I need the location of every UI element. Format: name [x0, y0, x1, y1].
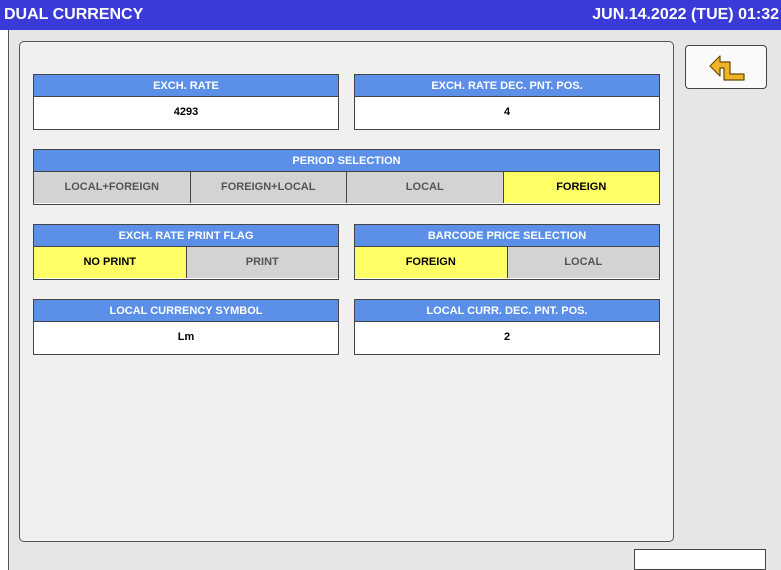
barcode-price-box: BARCODE PRICE SELECTION FOREIGN LOCAL: [354, 224, 660, 280]
status-box: [634, 549, 766, 570]
period-option-local[interactable]: LOCAL: [347, 172, 504, 203]
local-symbol-field[interactable]: Lm: [34, 322, 338, 353]
period-option-foreign[interactable]: FOREIGN: [503, 172, 659, 203]
barcode-price-label: BARCODE PRICE SELECTION: [355, 225, 659, 247]
period-selection-box: PERIOD SELECTION LOCAL+FOREIGN FOREIGN+L…: [33, 149, 660, 205]
local-dec-box: LOCAL CURR. DEC. PNT. POS. 2: [354, 299, 660, 355]
period-selection-label: PERIOD SELECTION: [34, 150, 659, 172]
exch-rate-dec-box: EXCH. RATE DEC. PNT. POS. 4: [354, 74, 660, 130]
barcode-option-local[interactable]: LOCAL: [507, 247, 659, 278]
exch-rate-field[interactable]: 4293: [34, 97, 338, 128]
print-flag-label: EXCH. RATE PRINT FLAG: [34, 225, 338, 247]
return-arrow-icon: [709, 55, 745, 81]
local-dec-field[interactable]: 2: [355, 322, 659, 353]
exch-rate-box: EXCH. RATE 4293: [33, 74, 339, 130]
exch-rate-dec-field[interactable]: 4: [355, 97, 659, 128]
datetime-display: JUN.14.2022 (TUE) 01:32: [592, 6, 779, 23]
exch-rate-dec-label: EXCH. RATE DEC. PNT. POS.: [355, 75, 659, 97]
period-option-local-foreign[interactable]: LOCAL+FOREIGN: [34, 172, 191, 203]
exch-rate-label: EXCH. RATE: [34, 75, 338, 97]
local-symbol-label: LOCAL CURRENCY SYMBOL: [34, 300, 338, 322]
print-flag-box: EXCH. RATE PRINT FLAG NO PRINT PRINT: [33, 224, 339, 280]
back-button[interactable]: [685, 45, 767, 89]
local-symbol-box: LOCAL CURRENCY SYMBOL Lm: [33, 299, 339, 355]
print-flag-option-no-print[interactable]: NO PRINT: [34, 247, 187, 278]
print-flag-options: NO PRINT PRINT: [34, 247, 338, 278]
period-selection-options: LOCAL+FOREIGN FOREIGN+LOCAL LOCAL FOREIG…: [34, 172, 659, 203]
print-flag-option-print[interactable]: PRINT: [186, 247, 338, 278]
barcode-price-options: FOREIGN LOCAL: [355, 247, 659, 278]
local-dec-label: LOCAL CURR. DEC. PNT. POS.: [355, 300, 659, 322]
period-option-foreign-local[interactable]: FOREIGN+LOCAL: [190, 172, 347, 203]
title-bar: DUAL CURRENCY JUN.14.2022 (TUE) 01:32: [0, 0, 781, 30]
screen-title: DUAL CURRENCY: [4, 6, 144, 23]
barcode-option-foreign[interactable]: FOREIGN: [355, 247, 508, 278]
